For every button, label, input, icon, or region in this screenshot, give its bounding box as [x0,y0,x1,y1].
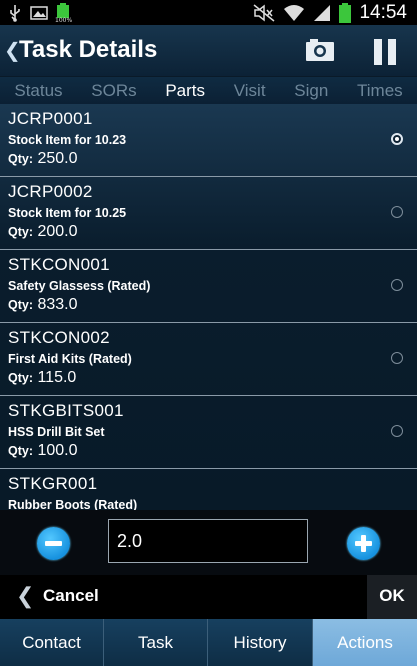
qty-value: 100.0 [37,442,78,459]
qty-label: Qty: [8,152,33,166]
pause-icon-bar [388,39,396,65]
camera-button[interactable] [300,37,340,65]
image-icon [30,6,48,20]
camera-icon [306,39,334,61]
item-code: JCRP0001 [8,109,93,128]
cancel-label: Cancel [43,586,99,605]
item-qty: Qty: 833.0 [8,296,78,314]
tabs-bar: Status SORs Parts Visit Sign Times [0,77,417,104]
pause-button[interactable] [368,37,400,67]
nav-history[interactable]: History [208,619,313,666]
tab-visit[interactable]: Visit [219,77,280,104]
page-title[interactable]: Task Details [19,36,157,64]
item-radio-selected[interactable] [391,133,403,145]
qty-label: Qty: [8,225,33,239]
item-description: Stock Item for 10.23 [8,133,127,147]
pause-icon [374,39,382,65]
item-qty: Qty: 115.0 [8,369,76,387]
wifi-icon [284,5,305,21]
list-item[interactable]: JCRP0001 Stock Item for 10.23 Qty: 250.0 [0,104,417,177]
tab-parts[interactable]: Parts [151,77,219,104]
item-code: STKGBITS001 [8,401,124,420]
usb-icon [10,5,20,22]
status-bar: 100% 14:54 [0,0,417,25]
status-right-icons: 14:54 [253,2,407,24]
plus-icon-vertical [361,535,366,552]
qty-label: Qty: [8,444,33,458]
status-time: 14:54 [359,2,407,23]
item-code: STKGR001 [8,474,98,493]
qty-label: Qty: [8,371,33,385]
list-item[interactable]: STKGBITS001 HSS Drill Bit Set Qty: 100.0 [0,396,417,469]
quantity-input[interactable] [108,519,308,563]
mute-icon [253,4,275,22]
item-qty: Qty: 100.0 [8,442,78,460]
signal-icon [314,5,331,21]
battery-full-icon: 100% [55,3,73,24]
tab-status[interactable]: Status [0,77,77,104]
nav-task[interactable]: Task [104,619,208,666]
increment-button[interactable] [347,527,380,560]
item-description: HSS Drill Bit Set [8,425,105,439]
tab-times[interactable]: Times [343,77,417,104]
item-description: Stock Item for 10.25 [8,206,127,220]
item-code: JCRP0002 [8,182,93,201]
quantity-row [0,510,417,575]
battery-percent: 100% [55,17,73,24]
item-qty: Qty: 200.0 [8,223,78,241]
action-bar: ❮ Task Details [0,25,417,77]
battery-icon [339,3,352,23]
item-radio[interactable] [391,425,403,437]
parts-list[interactable]: JCRP0001 Stock Item for 10.23 Qty: 250.0… [0,104,417,510]
bottom-nav: Contact Task History Actions [0,619,417,666]
item-description: First Aid Kits (Rated) [8,352,132,366]
item-qty: Qty: 250.0 [8,150,78,168]
ok-button[interactable]: OK [367,575,417,619]
chevron-left-icon: ❮ [16,584,35,609]
item-radio[interactable] [391,279,403,291]
footer-actions: ❮ Cancel OK [0,575,417,619]
qty-value: 250.0 [37,150,78,167]
nav-contact[interactable]: Contact [0,619,104,666]
decrement-button[interactable] [37,527,70,560]
item-description: Safety Glassess (Rated) [8,279,151,293]
list-item[interactable]: STKCON002 First Aid Kits (Rated) Qty: 11… [0,323,417,396]
item-radio[interactable] [391,352,403,364]
nav-actions[interactable]: Actions [313,619,417,666]
status-left-icons: 100% [8,3,73,24]
item-code: STKCON001 [8,255,110,274]
list-item[interactable]: JCRP0002 Stock Item for 10.25 Qty: 200.0 [0,177,417,250]
tab-sors[interactable]: SORs [77,77,151,104]
qty-value: 833.0 [37,296,78,313]
cancel-button[interactable]: ❮ Cancel [0,575,220,619]
qty-label: Qty: [8,298,33,312]
qty-value: 200.0 [37,223,78,240]
minus-icon [45,541,62,546]
qty-value: 115.0 [37,369,77,386]
item-description: Rubber Boots (Rated) [8,498,138,510]
tab-sign[interactable]: Sign [280,77,343,104]
item-radio[interactable] [391,206,403,218]
list-item[interactable]: STKGR001 Rubber Boots (Rated) [0,469,417,510]
list-item[interactable]: STKCON001 Safety Glassess (Rated) Qty: 8… [0,250,417,323]
item-code: STKCON002 [8,328,110,347]
